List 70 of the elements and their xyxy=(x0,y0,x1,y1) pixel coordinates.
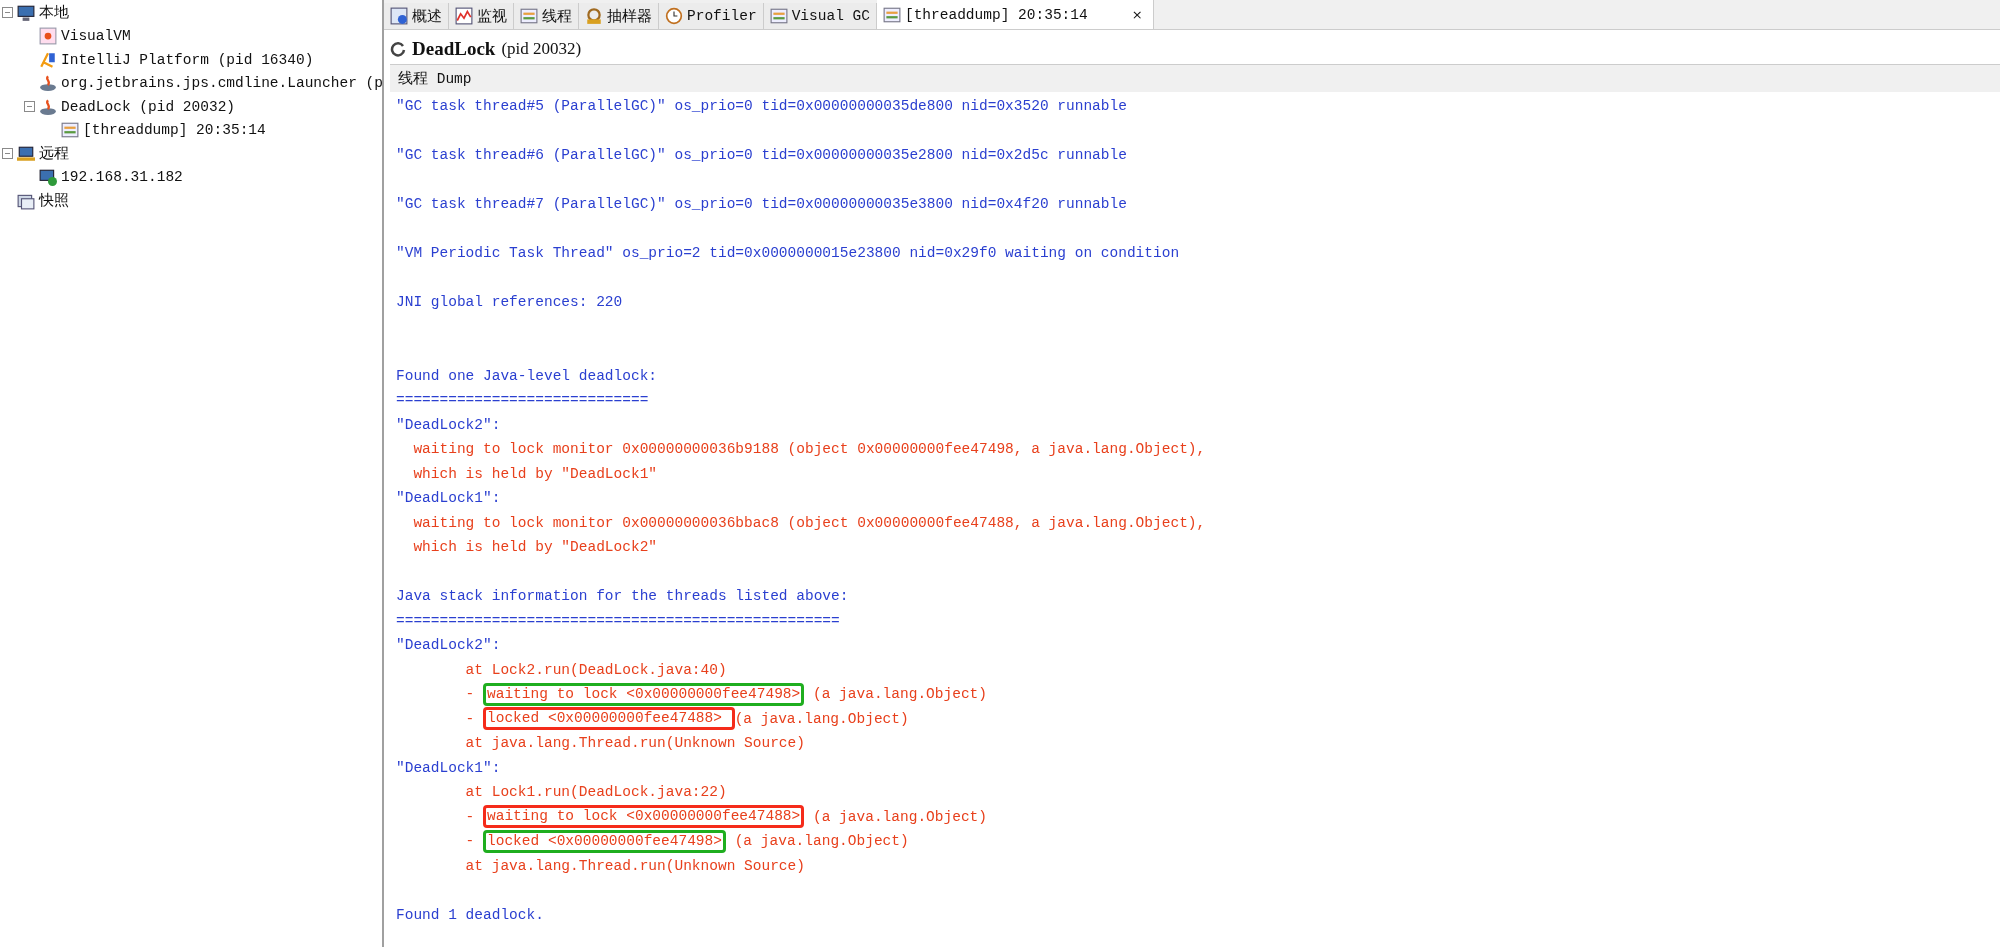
tree-item[interactable]: [threaddump] 20:35:14 xyxy=(83,122,266,139)
dump-line: waiting to lock monitor 0x00000000036b9188 (object 0x00000000fee47498, a java.lang.Object), xyxy=(412,440,1206,459)
tree-item[interactable]: IntelliJ Platform (pid 16340) xyxy=(61,51,314,68)
dump-line: "GC task thread#5 (ParallelGC)" os_prio=0 tid=0x00000000035de800 nid=0x3520 runnable xyxy=(396,97,1127,116)
tree-item[interactable]: org.jetbrains.jps.cmdline.Launcher (p xyxy=(61,75,383,92)
dump-line: at Lock2.run(DeadLock.java:40) xyxy=(464,660,727,680)
tree-item[interactable]: 本地 xyxy=(39,3,69,23)
dump-line: Java stack information for the threads listed above: xyxy=(396,587,849,606)
dump-line: "DeadLock1": xyxy=(396,758,501,778)
dump-line: (a java.lang.Object) xyxy=(811,685,987,704)
dump-line: (a java.lang.Object) xyxy=(734,709,909,729)
dump-line: "DeadLock2": xyxy=(396,636,501,655)
process-id: (pid 20032) xyxy=(501,39,582,59)
spinner-icon xyxy=(390,41,406,57)
tree-item[interactable]: 快照 xyxy=(39,191,69,211)
dump-line: which is held by "DeadLock1" xyxy=(412,464,658,484)
tree-item[interactable]: DeadLock (pid 20032) xyxy=(61,98,236,115)
dump-line-prefix: - xyxy=(464,832,476,851)
tab[interactable]: Profiler xyxy=(659,3,764,29)
dump-icon xyxy=(61,121,79,140)
network-icon xyxy=(17,144,35,163)
dump-line: (a java.lang.Object) xyxy=(811,807,987,827)
collapse-toggle[interactable] xyxy=(2,7,13,19)
dump-line: "DeadLock2": xyxy=(396,415,501,435)
highlight-box: waiting to lock <0x00000000fee47488> xyxy=(483,805,805,829)
dump-line: "DeadLock1": xyxy=(396,489,501,508)
tree-item[interactable]: 192.168.31.182 xyxy=(61,169,183,186)
dump-line: Found one Java-level deadlock: xyxy=(396,366,658,386)
dump-line: which is held by "DeadLock2" xyxy=(412,538,658,557)
dump-line-prefix: - xyxy=(464,709,476,729)
tab[interactable]: 概述 xyxy=(384,3,449,29)
dump-line: waiting to lock monitor 0x00000000036bbac8 (object 0x00000000fee47488, a java.lang.Object), xyxy=(412,513,1206,533)
dump-line: "VM Periodic Task Thread" os_prio=2 tid=0x0000000015e23800 nid=0x29f0 waiting on condition xyxy=(396,244,1180,263)
app-icon xyxy=(39,27,57,46)
dump-line: =================================================== xyxy=(396,611,840,631)
clock-icon xyxy=(665,7,683,25)
dump-line: ============================= xyxy=(396,391,649,410)
computer-icon xyxy=(17,3,35,22)
highlight-box: locked <0x00000000fee47498> xyxy=(483,829,726,853)
dump-line: (a java.lang.Object) xyxy=(733,832,909,851)
tab[interactable]: 抽样器 xyxy=(579,3,659,29)
dump-icon xyxy=(520,7,538,25)
section-title: 线程 Dump xyxy=(398,71,472,87)
dump-icon xyxy=(882,5,901,24)
collapse-toggle[interactable] xyxy=(2,148,13,160)
tree-item[interactable]: VisualVM xyxy=(61,28,131,45)
dump-line-prefix: - xyxy=(464,685,476,704)
dump-icon xyxy=(769,7,788,25)
dump-line-prefix: - xyxy=(464,807,476,827)
dump-line: JNI global references: 220 xyxy=(396,293,623,312)
application-name: DeadLock xyxy=(412,38,496,60)
chart-icon xyxy=(455,7,473,25)
tab[interactable]: 监视 xyxy=(449,3,514,29)
tab[interactable]: [threaddump] 20:35:14 × xyxy=(876,0,1154,29)
dump-line: at java.lang.Thread.run(Unknown Source) xyxy=(464,734,805,753)
highlight-box: waiting to lock <0x00000000fee47498> xyxy=(483,682,805,706)
dump-line: Found 1 deadlock. xyxy=(396,905,544,925)
tab[interactable]: Visual GC xyxy=(763,3,877,29)
info-icon xyxy=(390,7,408,25)
sampler-icon xyxy=(585,7,603,25)
host-icon xyxy=(39,168,57,187)
dump-line: at Lock1.run(DeadLock.java:22) xyxy=(464,783,727,802)
dump-line: at java.lang.Thread.run(Unknown Source) xyxy=(464,856,805,876)
close-icon[interactable]: × xyxy=(1131,7,1143,22)
dump-line: "GC task thread#7 (ParallelGC)" os_prio=0 tid=0x00000000035e3800 nid=0x4f20 runnable xyxy=(396,195,1127,214)
tab[interactable]: 线程 xyxy=(514,3,579,29)
collapse-toggle[interactable] xyxy=(24,101,35,113)
tree-item[interactable]: 远程 xyxy=(39,144,69,164)
dump-line: "GC task thread#6 (ParallelGC)" os_prio=0 tid=0x00000000035e2800 nid=0x2d5c runnable xyxy=(396,146,1127,165)
highlight-box: locked <0x00000000fee47488> xyxy=(483,707,735,731)
